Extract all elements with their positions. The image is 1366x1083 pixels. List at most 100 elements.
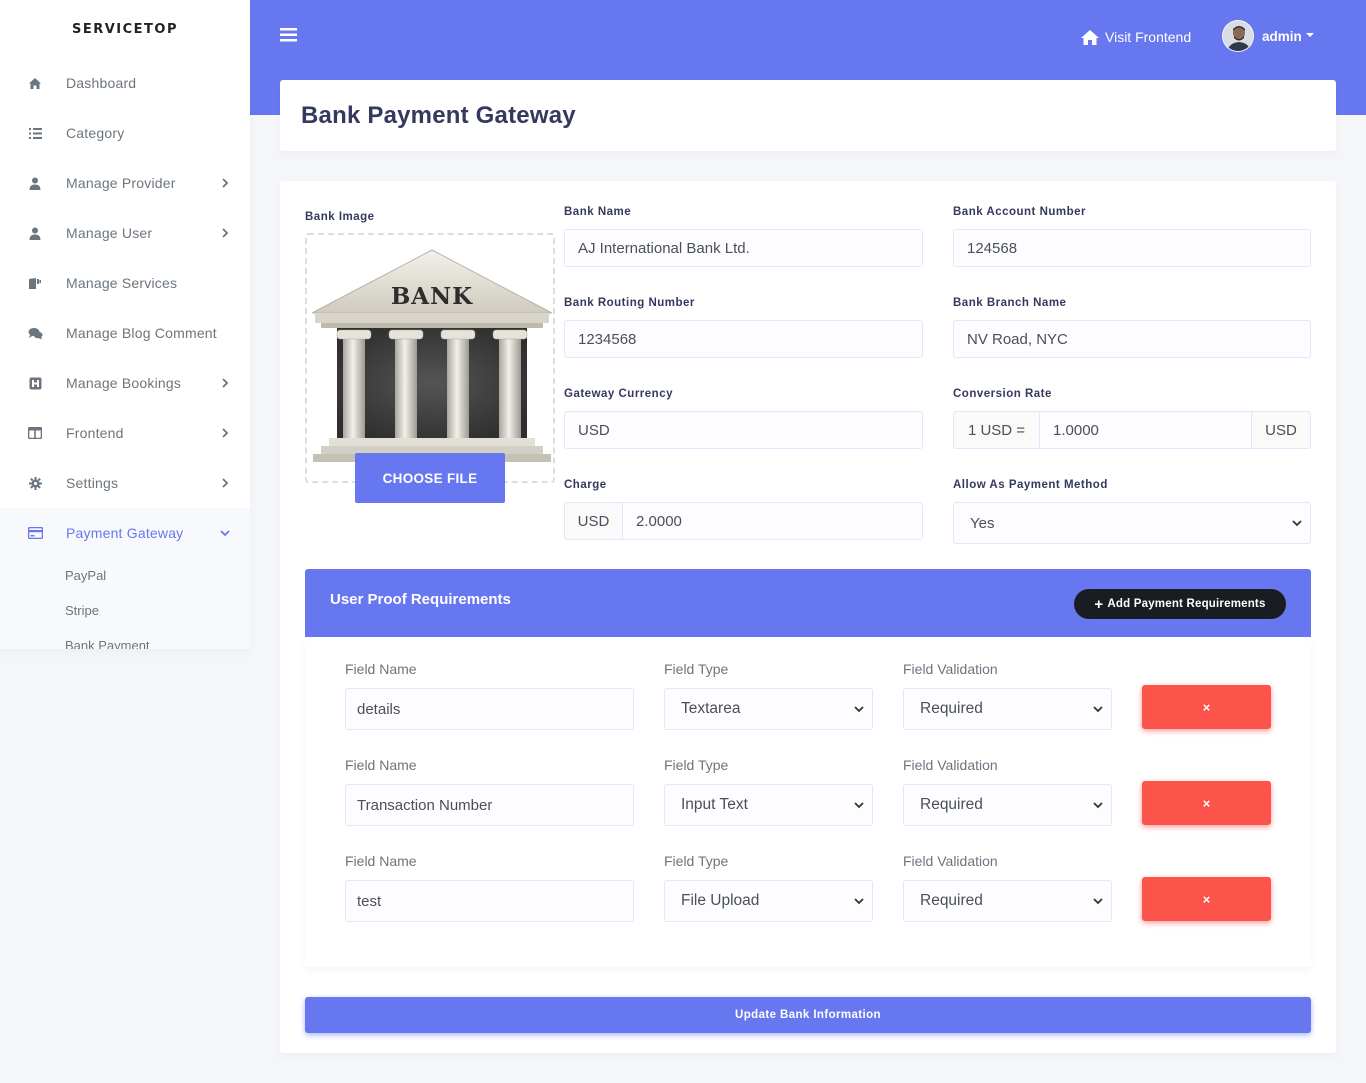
- field-name-input[interactable]: details: [345, 688, 634, 730]
- user-dropdown[interactable]: admin: [1222, 20, 1314, 52]
- visit-frontend-link[interactable]: Visit Frontend: [1080, 26, 1191, 48]
- field-type-value: File Upload: [681, 892, 760, 909]
- sidebar-item-manage-bookings[interactable]: Manage Bookings: [0, 358, 250, 408]
- submenu-item-paypal[interactable]: PayPal: [0, 558, 250, 593]
- conversion-rate-input[interactable]: 1.0000: [1039, 411, 1252, 449]
- gateway-currency-label: Gateway Currency: [564, 388, 673, 400]
- sidebar-item-label: Dashboard: [66, 75, 137, 91]
- account-number-label: Bank Account Number: [953, 206, 1087, 218]
- field-type-value: Input Text: [681, 796, 748, 813]
- field-validation-label: Field Validation: [903, 661, 998, 677]
- conversion-suffix-addon: USD: [1251, 411, 1311, 449]
- sidebar-item-label: Manage Provider: [66, 175, 176, 191]
- submenu-item-bank-payment[interactable]: Bank Payment: [0, 628, 250, 649]
- delete-row-button[interactable]: ×: [1142, 877, 1271, 921]
- delete-row-button[interactable]: ×: [1142, 781, 1271, 825]
- field-type-value: Textarea: [681, 700, 741, 717]
- field-type-label: Field Type: [664, 757, 729, 773]
- hamburger-menu-icon[interactable]: [280, 26, 298, 44]
- field-validation-select[interactable]: Required: [903, 784, 1112, 826]
- field-validation-value: Required: [920, 796, 983, 813]
- bank-image-preview[interactable]: BANK: [305, 233, 555, 483]
- choose-file-button[interactable]: CHOOSE FILE: [355, 453, 505, 503]
- field-type-label: Field Type: [664, 661, 729, 677]
- plus-icon: +: [1094, 595, 1104, 613]
- routing-number-input[interactable]: 1234568: [564, 320, 923, 358]
- charge-currency-addon: USD: [564, 502, 623, 540]
- update-bank-information-button[interactable]: Update Bank Information: [305, 997, 1311, 1033]
- field-name-label: Field Name: [345, 853, 417, 869]
- chevron-right-icon: [222, 228, 229, 238]
- branch-name-input[interactable]: NV Road, NYC: [953, 320, 1311, 358]
- requirements-header: User Proof Requirements + Add Payment Re…: [305, 569, 1311, 637]
- chevron-right-icon: [222, 478, 229, 488]
- columns-icon: [26, 425, 44, 441]
- sidebar-item-label: Manage Bookings: [66, 375, 182, 391]
- sidebar-item-manage-services[interactable]: Manage Services: [0, 258, 250, 308]
- user-icon: [26, 225, 44, 241]
- chevron-down-icon: [1292, 520, 1302, 527]
- sidebar-item-label: Manage User: [66, 225, 153, 241]
- field-validation-select[interactable]: Required: [903, 688, 1112, 730]
- page-header: Bank Payment Gateway: [280, 80, 1336, 151]
- brand-logo[interactable]: SERVICETOP: [0, 0, 250, 58]
- charge-label: Charge: [564, 479, 607, 491]
- bank-name-input[interactable]: AJ International Bank Ltd.: [564, 229, 923, 267]
- gear-icon: [26, 475, 44, 491]
- user-name: admin: [1262, 28, 1302, 44]
- account-number-input[interactable]: 124568: [953, 229, 1311, 267]
- sidebar-item-label: Payment Gateway: [66, 525, 184, 541]
- sidebar-item-frontend[interactable]: Frontend: [0, 408, 250, 458]
- chevron-down-icon: [220, 530, 230, 537]
- sidebar-item-label: Manage Services: [66, 275, 178, 291]
- gateway-currency-input[interactable]: USD: [564, 411, 923, 449]
- charge-input[interactable]: 2.0000: [622, 502, 923, 540]
- sidebar: SERVICETOP Dashboard Category Manage Pro…: [0, 0, 250, 649]
- chevron-right-icon: [222, 378, 229, 388]
- comments-icon: [26, 325, 44, 341]
- field-name-input[interactable]: Transaction Number: [345, 784, 634, 826]
- bank-image-label: Bank Image: [305, 211, 375, 223]
- sidebar-item-manage-provider[interactable]: Manage Provider: [0, 158, 250, 208]
- add-button-label: Add Payment Requirements: [1107, 598, 1266, 610]
- chevron-down-icon: [854, 706, 864, 713]
- submenu-item-stripe[interactable]: Stripe: [0, 593, 250, 628]
- field-type-select[interactable]: File Upload: [664, 880, 873, 922]
- sidebar-item-category[interactable]: Category: [0, 108, 250, 158]
- chevron-right-icon: [222, 428, 229, 438]
- allow-payment-select[interactable]: Yes: [953, 502, 1311, 544]
- list-icon: [26, 125, 44, 141]
- sidebar-item-manage-blog-comment[interactable]: Manage Blog Comment: [0, 308, 250, 358]
- chevron-down-icon: [854, 898, 864, 905]
- bank-form-card: Bank Image BANK CHOOSE FILE Bank Name AJ…: [280, 181, 1336, 1053]
- sidebar-item-label: Settings: [66, 475, 119, 491]
- page-title: Bank Payment Gateway: [301, 101, 576, 129]
- allow-payment-value: Yes: [970, 514, 995, 532]
- requirements-title: User Proof Requirements: [330, 591, 511, 608]
- bank-name-label: Bank Name: [564, 206, 632, 218]
- sidebar-item-label: Frontend: [66, 425, 124, 441]
- delete-row-button[interactable]: ×: [1142, 685, 1271, 729]
- field-name-label: Field Name: [345, 757, 417, 773]
- home-icon: [26, 75, 44, 91]
- field-validation-label: Field Validation: [903, 853, 998, 869]
- sidebar-item-settings[interactable]: Settings: [0, 458, 250, 508]
- sidebar-item-payment-gateway[interactable]: Payment Gateway: [0, 508, 250, 558]
- allow-payment-label: Allow As Payment Method: [953, 479, 1108, 491]
- field-name-label: Field Name: [345, 661, 417, 677]
- field-name-input[interactable]: test: [345, 880, 634, 922]
- conversion-prefix-addon: 1 USD =: [953, 411, 1040, 449]
- sidebar-item-manage-user[interactable]: Manage User: [0, 208, 250, 258]
- chevron-down-icon: [1093, 802, 1103, 809]
- field-validation-select[interactable]: Required: [903, 880, 1112, 922]
- field-type-label: Field Type: [664, 853, 729, 869]
- home-icon: [1081, 29, 1099, 45]
- visit-frontend-label: Visit Frontend: [1105, 29, 1192, 45]
- field-type-select[interactable]: Textarea: [664, 688, 873, 730]
- field-type-select[interactable]: Input Text: [664, 784, 873, 826]
- caret-down-icon: [1305, 33, 1314, 37]
- payment-gateway-submenu: PayPal Stripe Bank Payment: [0, 558, 250, 649]
- sidebar-item-label: Category: [66, 125, 125, 141]
- sidebar-item-dashboard[interactable]: Dashboard: [0, 58, 250, 108]
- add-payment-requirements-button[interactable]: + Add Payment Requirements: [1074, 589, 1286, 619]
